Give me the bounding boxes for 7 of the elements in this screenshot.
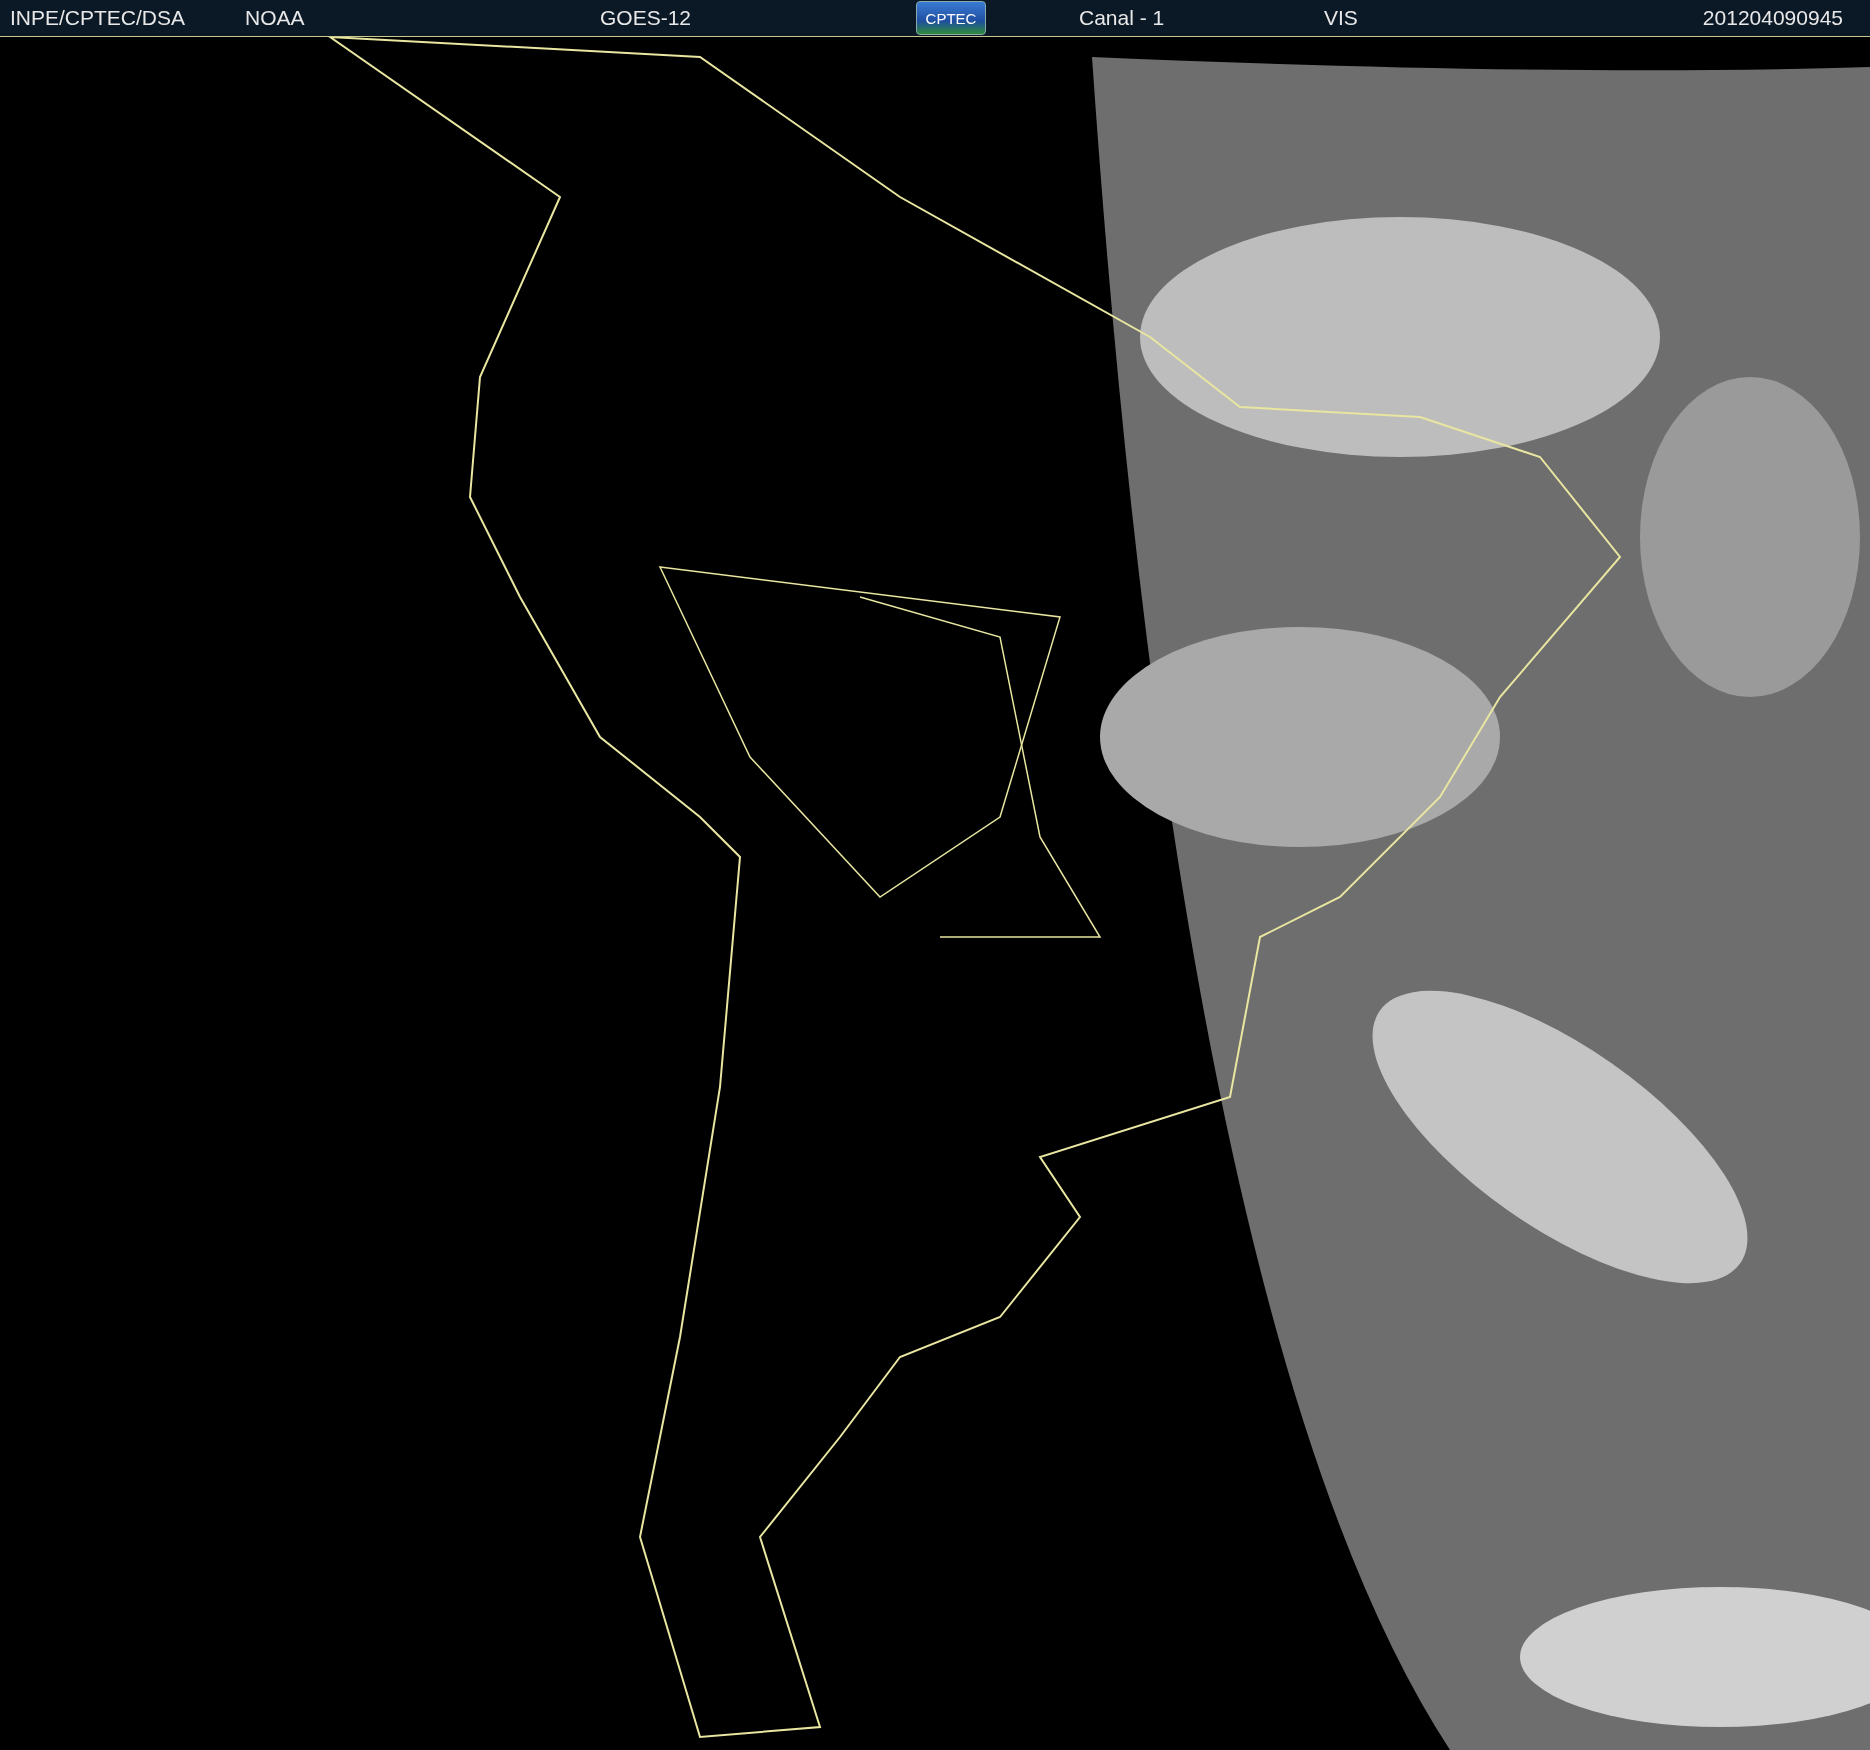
source-label: INPE/CPTEC/DSA [10,6,187,30]
channel-label: Canal - 1 [1079,6,1166,30]
satellite-label: GOES-12 [600,6,693,30]
band-label: VIS [1324,6,1359,30]
timestamp-label: 201204090945 [1702,6,1843,30]
agency-label: NOAA [245,6,306,30]
logo: CPTEC [916,1,986,35]
